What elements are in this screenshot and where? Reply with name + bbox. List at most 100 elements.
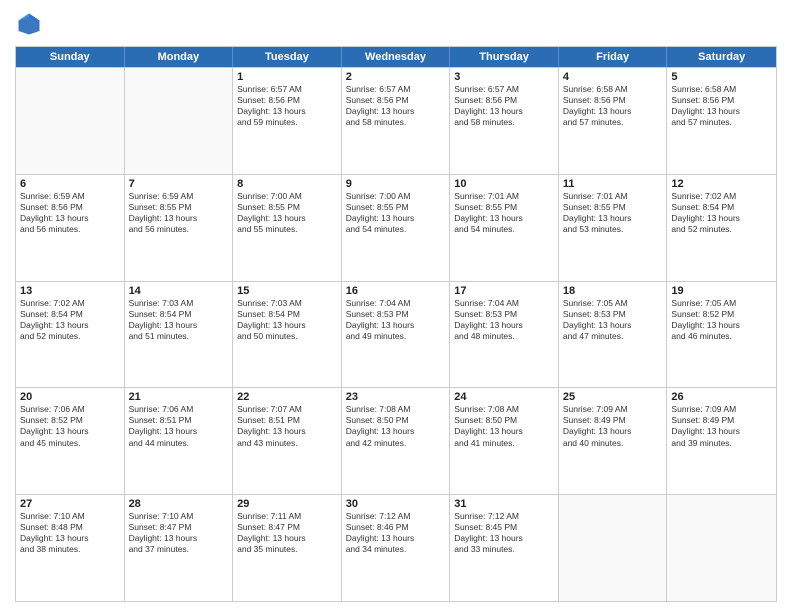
- day-info: Sunrise: 7:04 AMSunset: 8:53 PMDaylight:…: [454, 298, 554, 342]
- day-number: 17: [454, 285, 554, 297]
- day-info: Sunrise: 6:59 AMSunset: 8:56 PMDaylight:…: [20, 191, 120, 235]
- day-number: 3: [454, 71, 554, 83]
- empty-cell-4-5: [559, 495, 668, 601]
- day-info: Sunrise: 7:08 AMSunset: 8:50 PMDaylight:…: [454, 404, 554, 448]
- weekday-header-friday: Friday: [559, 47, 668, 67]
- page: SundayMondayTuesdayWednesdayThursdayFrid…: [0, 0, 792, 612]
- day-number: 5: [671, 71, 772, 83]
- day-number: 6: [20, 178, 120, 190]
- day-info: Sunrise: 6:57 AMSunset: 8:56 PMDaylight:…: [346, 84, 446, 128]
- day-number: 19: [671, 285, 772, 297]
- day-cell-1: 1Sunrise: 6:57 AMSunset: 8:56 PMDaylight…: [233, 68, 342, 174]
- day-number: 9: [346, 178, 446, 190]
- day-cell-14: 14Sunrise: 7:03 AMSunset: 8:54 PMDayligh…: [125, 282, 234, 388]
- day-number: 29: [237, 498, 337, 510]
- weekday-header-wednesday: Wednesday: [342, 47, 451, 67]
- calendar-row-0: 1Sunrise: 6:57 AMSunset: 8:56 PMDaylight…: [16, 67, 776, 174]
- day-cell-11: 11Sunrise: 7:01 AMSunset: 8:55 PMDayligh…: [559, 175, 668, 281]
- day-number: 21: [129, 391, 229, 403]
- day-cell-9: 9Sunrise: 7:00 AMSunset: 8:55 PMDaylight…: [342, 175, 451, 281]
- day-number: 28: [129, 498, 229, 510]
- day-cell-10: 10Sunrise: 7:01 AMSunset: 8:55 PMDayligh…: [450, 175, 559, 281]
- day-number: 13: [20, 285, 120, 297]
- day-number: 16: [346, 285, 446, 297]
- calendar-row-4: 27Sunrise: 7:10 AMSunset: 8:48 PMDayligh…: [16, 494, 776, 601]
- day-number: 14: [129, 285, 229, 297]
- day-info: Sunrise: 7:03 AMSunset: 8:54 PMDaylight:…: [129, 298, 229, 342]
- day-info: Sunrise: 7:08 AMSunset: 8:50 PMDaylight:…: [346, 404, 446, 448]
- day-number: 27: [20, 498, 120, 510]
- day-number: 24: [454, 391, 554, 403]
- day-info: Sunrise: 7:01 AMSunset: 8:55 PMDaylight:…: [563, 191, 663, 235]
- day-number: 4: [563, 71, 663, 83]
- day-number: 25: [563, 391, 663, 403]
- day-cell-24: 24Sunrise: 7:08 AMSunset: 8:50 PMDayligh…: [450, 388, 559, 494]
- day-number: 15: [237, 285, 337, 297]
- day-cell-21: 21Sunrise: 7:06 AMSunset: 8:51 PMDayligh…: [125, 388, 234, 494]
- day-info: Sunrise: 6:58 AMSunset: 8:56 PMDaylight:…: [563, 84, 663, 128]
- weekday-header-monday: Monday: [125, 47, 234, 67]
- weekday-header-thursday: Thursday: [450, 47, 559, 67]
- day-cell-29: 29Sunrise: 7:11 AMSunset: 8:47 PMDayligh…: [233, 495, 342, 601]
- header: [15, 10, 777, 38]
- day-cell-22: 22Sunrise: 7:07 AMSunset: 8:51 PMDayligh…: [233, 388, 342, 494]
- day-info: Sunrise: 7:06 AMSunset: 8:51 PMDaylight:…: [129, 404, 229, 448]
- weekday-header-saturday: Saturday: [667, 47, 776, 67]
- day-info: Sunrise: 7:02 AMSunset: 8:54 PMDaylight:…: [20, 298, 120, 342]
- day-info: Sunrise: 7:02 AMSunset: 8:54 PMDaylight:…: [671, 191, 772, 235]
- day-cell-19: 19Sunrise: 7:05 AMSunset: 8:52 PMDayligh…: [667, 282, 776, 388]
- day-info: Sunrise: 7:03 AMSunset: 8:54 PMDaylight:…: [237, 298, 337, 342]
- day-cell-20: 20Sunrise: 7:06 AMSunset: 8:52 PMDayligh…: [16, 388, 125, 494]
- day-cell-6: 6Sunrise: 6:59 AMSunset: 8:56 PMDaylight…: [16, 175, 125, 281]
- day-cell-31: 31Sunrise: 7:12 AMSunset: 8:45 PMDayligh…: [450, 495, 559, 601]
- day-info: Sunrise: 6:57 AMSunset: 8:56 PMDaylight:…: [454, 84, 554, 128]
- calendar-row-1: 6Sunrise: 6:59 AMSunset: 8:56 PMDaylight…: [16, 174, 776, 281]
- day-cell-13: 13Sunrise: 7:02 AMSunset: 8:54 PMDayligh…: [16, 282, 125, 388]
- day-number: 30: [346, 498, 446, 510]
- calendar-row-2: 13Sunrise: 7:02 AMSunset: 8:54 PMDayligh…: [16, 281, 776, 388]
- day-info: Sunrise: 7:00 AMSunset: 8:55 PMDaylight:…: [237, 191, 337, 235]
- empty-cell-0-1: [125, 68, 234, 174]
- day-cell-17: 17Sunrise: 7:04 AMSunset: 8:53 PMDayligh…: [450, 282, 559, 388]
- day-cell-28: 28Sunrise: 7:10 AMSunset: 8:47 PMDayligh…: [125, 495, 234, 601]
- day-number: 26: [671, 391, 772, 403]
- day-cell-15: 15Sunrise: 7:03 AMSunset: 8:54 PMDayligh…: [233, 282, 342, 388]
- day-info: Sunrise: 7:07 AMSunset: 8:51 PMDaylight:…: [237, 404, 337, 448]
- day-info: Sunrise: 7:06 AMSunset: 8:52 PMDaylight:…: [20, 404, 120, 448]
- day-info: Sunrise: 7:09 AMSunset: 8:49 PMDaylight:…: [671, 404, 772, 448]
- day-info: Sunrise: 7:04 AMSunset: 8:53 PMDaylight:…: [346, 298, 446, 342]
- day-cell-25: 25Sunrise: 7:09 AMSunset: 8:49 PMDayligh…: [559, 388, 668, 494]
- calendar-body: 1Sunrise: 6:57 AMSunset: 8:56 PMDaylight…: [16, 67, 776, 601]
- day-number: 22: [237, 391, 337, 403]
- day-cell-16: 16Sunrise: 7:04 AMSunset: 8:53 PMDayligh…: [342, 282, 451, 388]
- day-cell-18: 18Sunrise: 7:05 AMSunset: 8:53 PMDayligh…: [559, 282, 668, 388]
- day-info: Sunrise: 7:12 AMSunset: 8:45 PMDaylight:…: [454, 511, 554, 555]
- day-info: Sunrise: 7:10 AMSunset: 8:47 PMDaylight:…: [129, 511, 229, 555]
- calendar: SundayMondayTuesdayWednesdayThursdayFrid…: [15, 46, 777, 602]
- day-info: Sunrise: 7:10 AMSunset: 8:48 PMDaylight:…: [20, 511, 120, 555]
- day-info: Sunrise: 7:00 AMSunset: 8:55 PMDaylight:…: [346, 191, 446, 235]
- logo-icon: [15, 10, 43, 38]
- calendar-row-3: 20Sunrise: 7:06 AMSunset: 8:52 PMDayligh…: [16, 387, 776, 494]
- empty-cell-0-0: [16, 68, 125, 174]
- day-cell-26: 26Sunrise: 7:09 AMSunset: 8:49 PMDayligh…: [667, 388, 776, 494]
- day-cell-7: 7Sunrise: 6:59 AMSunset: 8:55 PMDaylight…: [125, 175, 234, 281]
- day-cell-8: 8Sunrise: 7:00 AMSunset: 8:55 PMDaylight…: [233, 175, 342, 281]
- day-cell-2: 2Sunrise: 6:57 AMSunset: 8:56 PMDaylight…: [342, 68, 451, 174]
- day-number: 23: [346, 391, 446, 403]
- day-cell-30: 30Sunrise: 7:12 AMSunset: 8:46 PMDayligh…: [342, 495, 451, 601]
- day-number: 2: [346, 71, 446, 83]
- day-info: Sunrise: 7:01 AMSunset: 8:55 PMDaylight:…: [454, 191, 554, 235]
- day-info: Sunrise: 7:05 AMSunset: 8:53 PMDaylight:…: [563, 298, 663, 342]
- day-cell-3: 3Sunrise: 6:57 AMSunset: 8:56 PMDaylight…: [450, 68, 559, 174]
- day-info: Sunrise: 7:11 AMSunset: 8:47 PMDaylight:…: [237, 511, 337, 555]
- day-number: 10: [454, 178, 554, 190]
- day-cell-5: 5Sunrise: 6:58 AMSunset: 8:56 PMDaylight…: [667, 68, 776, 174]
- calendar-header: SundayMondayTuesdayWednesdayThursdayFrid…: [16, 47, 776, 67]
- day-info: Sunrise: 6:59 AMSunset: 8:55 PMDaylight:…: [129, 191, 229, 235]
- day-number: 1: [237, 71, 337, 83]
- day-cell-23: 23Sunrise: 7:08 AMSunset: 8:50 PMDayligh…: [342, 388, 451, 494]
- day-info: Sunrise: 6:57 AMSunset: 8:56 PMDaylight:…: [237, 84, 337, 128]
- day-cell-4: 4Sunrise: 6:58 AMSunset: 8:56 PMDaylight…: [559, 68, 668, 174]
- day-number: 31: [454, 498, 554, 510]
